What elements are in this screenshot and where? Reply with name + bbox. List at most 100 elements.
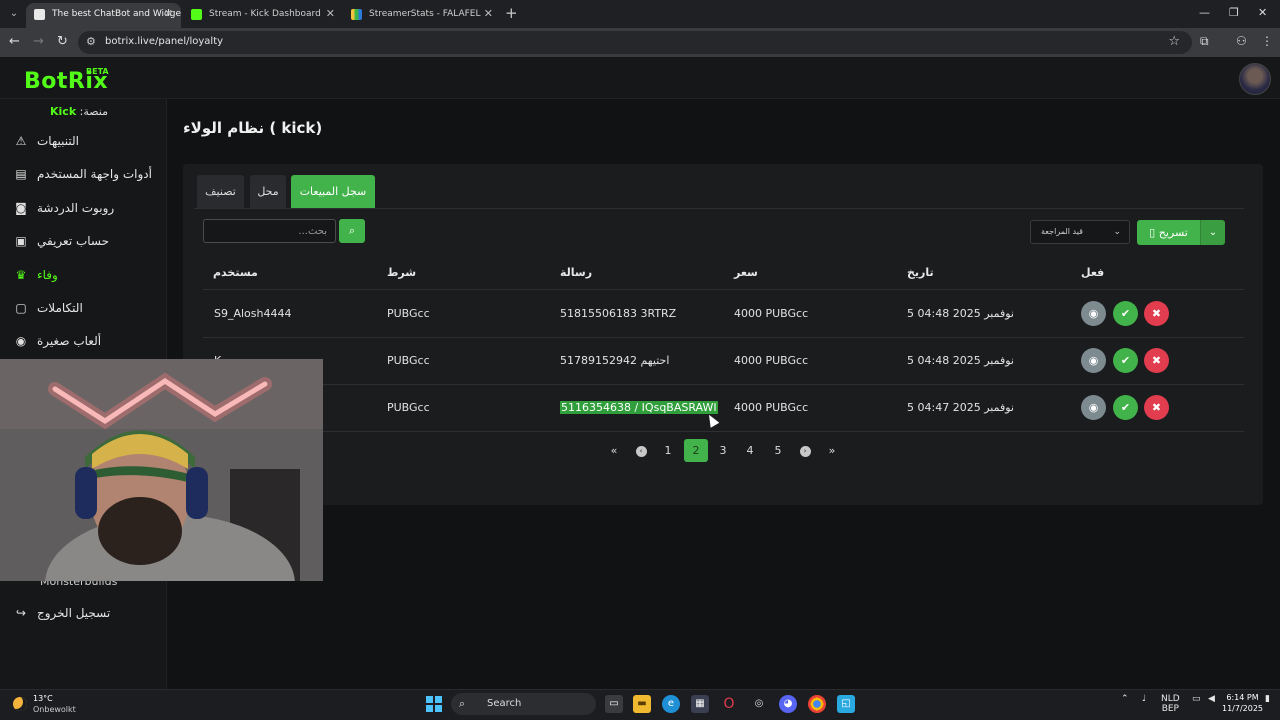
restore-icon[interactable]: ❐ — [1229, 6, 1239, 19]
tab-ranking[interactable]: تصنيف — [197, 175, 244, 208]
file-explorer-icon[interactable]: ▬ — [633, 695, 651, 713]
weather-temperature[interactable]: 13°C — [33, 694, 53, 703]
search-input[interactable] — [203, 219, 336, 243]
sidebar-item-minigames[interactable]: ◉ ألعاب صغيرة — [0, 329, 167, 355]
chevron-down-icon: ⌄ — [1208, 227, 1218, 238]
extensions-icon[interactable]: ⧉ — [1200, 34, 1209, 49]
browser-tab-kick-dashboard[interactable]: Stream - Kick Dashboard ✕ — [183, 3, 343, 28]
x-icon: ✖ — [1151, 401, 1162, 414]
page-4[interactable]: 4 — [738, 439, 762, 462]
platform-label: منصة: — [79, 105, 108, 118]
sidebar-item-logout[interactable]: ↪ تسجيل الخروج — [0, 601, 167, 627]
opera-icon[interactable]: O — [720, 695, 738, 713]
page-3[interactable]: 3 — [711, 439, 735, 462]
sidebar-item-label: أدوات واجهة المستخدم — [37, 167, 152, 181]
page-1[interactable]: 1 — [656, 439, 680, 462]
edge-browser-icon[interactable]: e — [662, 695, 680, 713]
close-tab-icon[interactable]: ✕ — [326, 3, 335, 25]
close-window-icon[interactable]: ✕ — [1258, 6, 1267, 19]
page-5[interactable]: 5 — [766, 439, 790, 462]
kick-favicon-icon — [191, 9, 202, 20]
reject-button[interactable]: ✖ — [1144, 395, 1169, 420]
sidebar-item-profile[interactable]: ▣ حساب تعريفي — [0, 229, 167, 255]
export-button[interactable]: ▯ تسريح — [1137, 220, 1200, 245]
user-avatar[interactable] — [1239, 63, 1271, 95]
chrome-icon[interactable] — [808, 695, 826, 713]
view-button[interactable]: ◉ — [1081, 348, 1106, 373]
cell-price: 4000 PUBGcc — [734, 354, 809, 367]
weather-moon-icon[interactable] — [13, 697, 27, 711]
row-divider — [203, 384, 1244, 385]
platform-indicator: منصة: Kick — [50, 105, 108, 118]
close-tab-icon[interactable]: ✕ — [484, 3, 493, 25]
new-tab-icon[interactable]: + — [505, 6, 518, 21]
tab-shop[interactable]: محل — [250, 175, 286, 208]
profile-icon[interactable]: ⚇ — [1236, 34, 1247, 48]
sidebar-item-integrations[interactable]: ▢ التكاملات — [0, 296, 167, 322]
export-dropdown-button[interactable]: ⌄ — [1200, 220, 1225, 245]
forward-arrow-icon[interactable]: → — [33, 34, 44, 50]
prev-page-icon[interactable]: ‹ — [629, 439, 653, 462]
system-clock[interactable]: 6:14 PM 11/7/2025 — [1222, 692, 1263, 714]
tab-search-icon[interactable]: ⌄ — [6, 6, 22, 22]
windows-start-icon[interactable] — [426, 696, 442, 712]
last-page-icon[interactable]: » — [820, 439, 844, 462]
approve-button[interactable]: ✔ — [1113, 348, 1138, 373]
browser-tab-streamerstats[interactable]: StreamerStats - FALAFELCO Pro ✕ — [343, 3, 501, 28]
tab-sales-log[interactable]: سجل المبيعات — [291, 175, 375, 208]
minimize-icon[interactable]: — — [1199, 6, 1210, 19]
tab-title: The best ChatBot and Widgets — [52, 9, 181, 19]
task-view-icon[interactable]: ▭ — [605, 695, 623, 713]
taskbar-search[interactable]: ⌕ Search — [451, 693, 596, 715]
tab-divider — [194, 208, 1244, 209]
warning-icon: ⚠ — [15, 134, 27, 148]
search-button[interactable]: ⌕ — [339, 219, 365, 243]
microphone-icon[interactable]: ♩ — [1142, 694, 1146, 704]
search-icon: ⌕ — [348, 224, 356, 237]
bookmark-star-icon[interactable]: ☆ — [1168, 34, 1180, 49]
status-filter-select[interactable]: قيد المراجعة ⌄ — [1030, 220, 1130, 244]
cell-price: 4000 PUBGcc — [734, 401, 809, 414]
reload-icon[interactable]: ↻ — [57, 34, 68, 50]
reject-button[interactable]: ✖ — [1144, 301, 1169, 326]
view-button[interactable]: ◉ — [1081, 395, 1106, 420]
site-info-icon[interactable]: ⚙ — [86, 35, 96, 48]
next-page-icon[interactable]: › — [793, 439, 817, 462]
sidebar-item-widgets[interactable]: ▤ أدوات واجهة المستخدم — [0, 162, 167, 188]
cell-date: 5 نوفمبر 2025 04:47 — [907, 401, 1014, 414]
first-page-icon[interactable]: « — [602, 439, 626, 462]
sidebar-item-chatbot[interactable]: ◙ روبوت الدردشة — [0, 196, 167, 222]
store-icon[interactable]: ▦ — [691, 695, 709, 713]
platform-name: Kick — [50, 105, 77, 118]
discord-icon[interactable]: ◕ — [779, 695, 797, 713]
cell-date: 5 نوفمبر 2025 04:48 — [907, 307, 1014, 320]
sidebar-item-label: تسجيل الخروج — [37, 606, 111, 620]
language-indicator[interactable]: NLD BEP — [1161, 694, 1180, 714]
view-button[interactable]: ◉ — [1081, 301, 1106, 326]
back-arrow-icon[interactable]: ← — [9, 34, 20, 50]
trophy-icon: ♛ — [15, 268, 27, 282]
address-bar[interactable]: ⚙ botrix.live/panel/loyalty ☆ — [78, 31, 1192, 54]
app-window-icon[interactable]: ◱ — [837, 695, 855, 713]
chart-favicon-icon — [351, 9, 362, 20]
page-2[interactable]: 2 — [684, 439, 708, 462]
sidebar-item-loyalty[interactable]: ♛ وفاء — [0, 263, 167, 289]
volume-icon[interactable]: ◀ — [1208, 694, 1215, 704]
browser-menu-icon[interactable]: ⋮ — [1261, 34, 1273, 48]
tray-overflow-icon[interactable]: ⌃ — [1121, 694, 1129, 704]
browser-tab-botrix[interactable]: The best ChatBot and Widgets ✕ — [26, 3, 181, 28]
cell-message-selected[interactable]: 5116354638 / IQsqBASRAWI — [560, 401, 718, 414]
sidebar-item-alerts[interactable]: ⚠ التنبيهات — [0, 129, 167, 155]
weather-description[interactable]: Onbewolkt — [33, 705, 76, 714]
close-tab-icon[interactable]: ✕ — [164, 3, 173, 25]
cell-condition: PUBGcc — [387, 401, 430, 414]
app-icon[interactable]: ◎ — [750, 695, 768, 713]
notifications-icon[interactable]: ▮ — [1265, 694, 1270, 704]
approve-button[interactable]: ✔ — [1113, 395, 1138, 420]
reject-button[interactable]: ✖ — [1144, 348, 1169, 373]
search-icon: ⌕ — [459, 697, 466, 710]
x-icon: ✖ — [1151, 354, 1162, 367]
network-icon[interactable]: ▭ — [1192, 694, 1201, 704]
approve-button[interactable]: ✔ — [1113, 301, 1138, 326]
botrix-favicon-icon — [34, 9, 45, 20]
